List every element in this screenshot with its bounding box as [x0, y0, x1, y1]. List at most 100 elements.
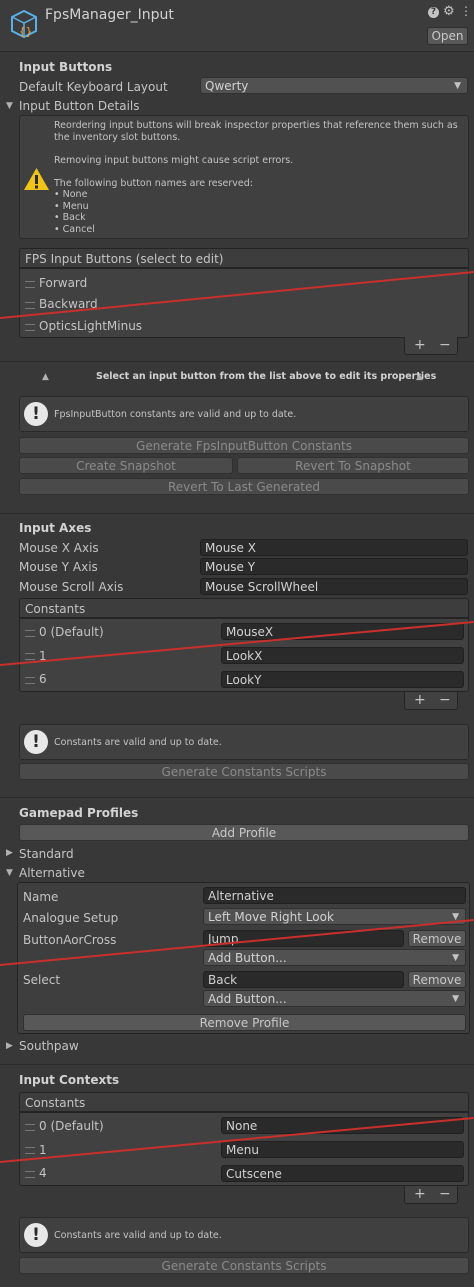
- contexts-constants-title: Constants: [25, 1096, 86, 1110]
- generate-fps-constants-button[interactable]: Generate FpsInputButton Constants: [19, 437, 469, 454]
- drag-handle-icon[interactable]: [25, 677, 35, 684]
- constant-value-field[interactable]: MouseX: [221, 623, 464, 640]
- help-icon[interactable]: ?: [428, 7, 439, 18]
- constant-value-field[interactable]: None: [221, 1117, 464, 1134]
- axes-constants-list: 0 (Default) MouseX 1 LookX 6 LookY: [19, 618, 469, 692]
- svg-text:{}: {}: [19, 25, 32, 38]
- settings-icon[interactable]: ⚙: [443, 4, 455, 19]
- drag-handle-icon[interactable]: [25, 1147, 35, 1154]
- profile-name-label: Name: [23, 890, 59, 904]
- profile-foldout-standard[interactable]: Standard: [19, 847, 74, 861]
- menu-icon[interactable]: ⋮: [460, 4, 472, 18]
- revert-last-generated-button[interactable]: Revert To Last Generated: [19, 478, 469, 495]
- constant-value-field[interactable]: LookX: [221, 647, 464, 664]
- foldout-arrow-icon[interactable]: ▶: [6, 1041, 13, 1051]
- add-icon[interactable]: +: [414, 693, 426, 707]
- warning-line: • Menu: [54, 200, 89, 212]
- warning-line: • Back: [54, 212, 86, 223]
- revert-snapshot-button[interactable]: Revert To Snapshot: [237, 457, 469, 474]
- add-profile-button[interactable]: Add Profile: [19, 824, 469, 841]
- remove-icon[interactable]: −: [439, 1187, 451, 1201]
- warning-line: [54, 166, 458, 178]
- warning-line: • None: [54, 189, 88, 200]
- add-icon[interactable]: +: [414, 1187, 426, 1201]
- create-snapshot-button[interactable]: Create Snapshot: [19, 457, 233, 474]
- generate-axes-constants-button[interactable]: Generate Constants Scripts: [19, 763, 469, 780]
- fps-input-buttons-header: FPS Input Buttons (select to edit): [19, 248, 469, 268]
- constant-index: 0 (Default): [39, 625, 104, 639]
- info-icon: !: [24, 730, 48, 754]
- warning-line: Removing input buttons might cause scrip…: [54, 154, 294, 166]
- info-icon: !: [24, 402, 48, 426]
- constant-index: 4: [39, 1166, 47, 1180]
- axes-constants-header: Constants: [19, 598, 469, 618]
- constant-value-field[interactable]: LookY: [221, 671, 464, 688]
- analogue-setup-dropdown[interactable]: Left Move Right Look ▼: [203, 908, 466, 925]
- alternative-profile-panel: Name Alternative Analogue Setup Left Mov…: [17, 882, 470, 1034]
- foldout-arrow-icon[interactable]: ▼: [6, 101, 13, 111]
- script-asset-icon: {}: [11, 9, 37, 39]
- fps-input-buttons-list: Forward Backward OpticsLightMinus: [19, 268, 469, 338]
- axes-status-box: ! Constants are valid and up to date.: [19, 724, 469, 760]
- open-button[interactable]: Open: [427, 27, 468, 45]
- generate-contexts-constants-button[interactable]: Generate Constants Scripts: [19, 1257, 469, 1274]
- fps-button-status-text: FpsInputButton constants are valid and u…: [54, 409, 297, 420]
- constant-index: 0 (Default): [39, 1119, 104, 1133]
- profile-foldout-southpaw[interactable]: Southpaw: [19, 1039, 79, 1053]
- profile-foldout-alternative[interactable]: Alternative: [19, 866, 85, 880]
- drag-handle-icon[interactable]: [25, 302, 35, 309]
- add-button-dropdown[interactable]: Add Button... ▼: [203, 990, 466, 1007]
- warning-line: [54, 143, 458, 155]
- profile-name-field[interactable]: Alternative: [203, 887, 466, 904]
- info-icon: !: [24, 1223, 48, 1247]
- mouse-scroll-axis-field[interactable]: Mouse ScrollWheel: [200, 578, 468, 595]
- remove-select-button[interactable]: Remove: [408, 971, 466, 988]
- axis-label: Mouse Y Axis: [19, 560, 98, 574]
- remove-profile-button[interactable]: Remove Profile: [23, 1014, 466, 1031]
- input-button-details-foldout[interactable]: Input Button Details: [19, 99, 140, 113]
- mouse-y-axis-field[interactable]: Mouse Y: [200, 558, 468, 575]
- keyboard-layout-value: Qwerty: [205, 79, 249, 93]
- remove-icon[interactable]: −: [439, 338, 451, 352]
- list-item[interactable]: Forward: [20, 273, 468, 293]
- mouse-x-axis-field[interactable]: Mouse X: [200, 539, 468, 556]
- fps-input-buttons-title: FPS Input Buttons (select to edit): [25, 252, 224, 266]
- list-item-label: Forward: [39, 276, 88, 290]
- constant-value-field[interactable]: Cutscene: [221, 1165, 464, 1182]
- list-footer: + −: [404, 337, 458, 355]
- drag-handle-icon[interactable]: [25, 324, 35, 331]
- button-a-field[interactable]: Jump: [203, 930, 404, 947]
- drag-handle-icon[interactable]: [25, 1171, 35, 1178]
- list-footer: + −: [404, 1186, 458, 1204]
- drag-handle-icon[interactable]: [25, 653, 35, 660]
- drag-handle-icon[interactable]: [25, 1124, 35, 1131]
- constant-index: 6: [39, 672, 47, 686]
- axis-label: Mouse X Axis: [19, 541, 99, 555]
- warning-icon: [24, 168, 49, 190]
- list-item[interactable]: Backward: [20, 294, 468, 314]
- foldout-arrow-icon[interactable]: ▶: [6, 848, 13, 858]
- add-button-label: Add Button...: [208, 992, 287, 1006]
- reorder-warning-box: Reordering input buttons will break insp…: [19, 115, 469, 239]
- remove-button-a-button[interactable]: Remove: [408, 930, 466, 947]
- contexts-constants-header: Constants: [19, 1092, 469, 1112]
- keyboard-layout-dropdown[interactable]: Qwerty ▼: [200, 77, 468, 94]
- analogue-setup-value: Left Move Right Look: [208, 910, 334, 924]
- remove-icon[interactable]: −: [439, 693, 451, 707]
- list-item-label: Backward: [39, 297, 98, 311]
- drag-handle-icon[interactable]: [25, 281, 35, 288]
- chevron-down-icon: ▼: [452, 994, 459, 1004]
- add-icon[interactable]: +: [414, 338, 426, 352]
- drag-handle-icon[interactable]: [25, 630, 35, 637]
- list-item[interactable]: OpticsLightMinus: [20, 316, 468, 336]
- contexts-status-box: ! Constants are valid and up to date.: [19, 1217, 469, 1253]
- foldout-arrow-icon[interactable]: ▼: [6, 868, 13, 878]
- add-button-dropdown[interactable]: Add Button... ▼: [203, 949, 466, 966]
- gamepad-profiles-title: Gamepad Profiles: [19, 806, 139, 820]
- list-item-label: OpticsLightMinus: [39, 319, 143, 333]
- input-buttons-title: Input Buttons: [19, 60, 113, 74]
- constant-value-field[interactable]: Menu: [221, 1141, 464, 1158]
- axis-label: Mouse Scroll Axis: [19, 580, 124, 594]
- arrow-up-icon: ▲: [416, 372, 423, 382]
- select-field[interactable]: Back: [203, 971, 404, 988]
